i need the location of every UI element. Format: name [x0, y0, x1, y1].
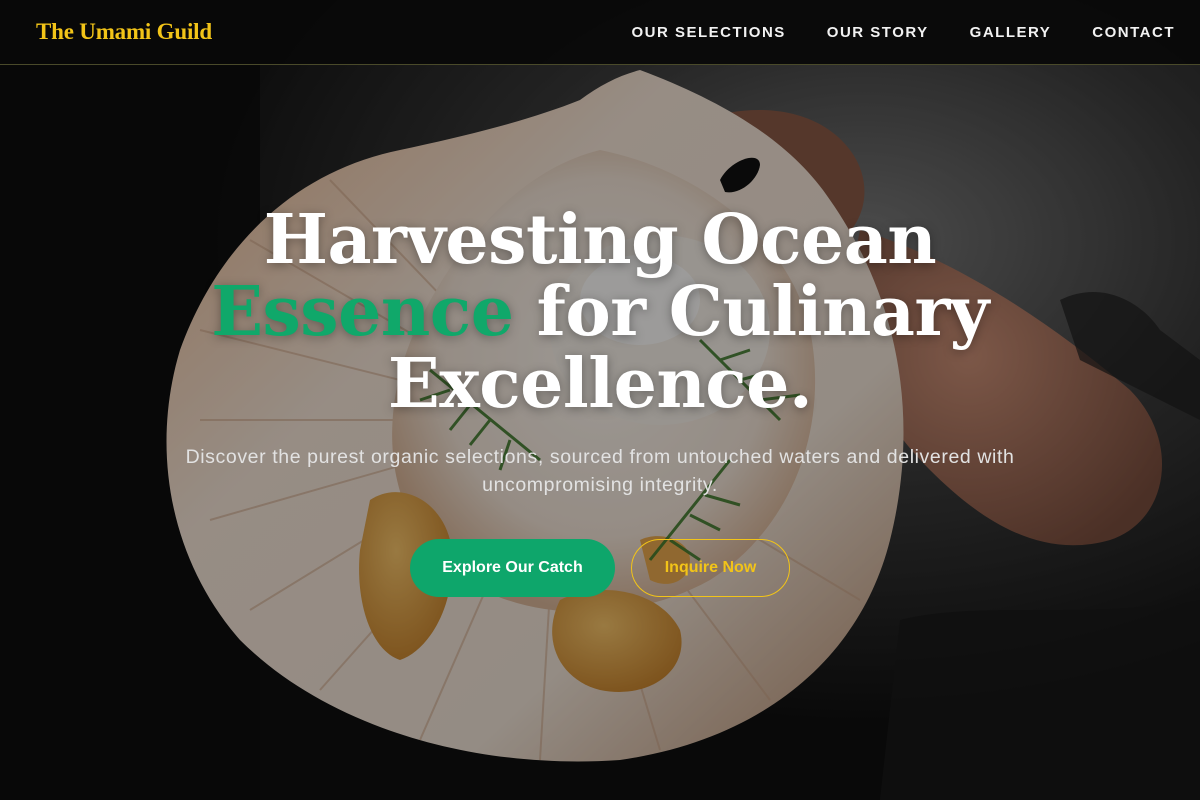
- hero-section: Harvesting Ocean Essence for Culinary Exce…: [0, 0, 1200, 800]
- inquire-now-button[interactable]: Inquire Now: [631, 539, 790, 597]
- nav-item-our-selections[interactable]: OUR SELECTIONS: [631, 24, 785, 41]
- top-navbar: The Umami Guild OUR SELECTIONS OUR STORY…: [0, 0, 1200, 65]
- hero-title-accent: Essence: [211, 272, 514, 352]
- hero-title-line2-rest: for Culinary: [513, 272, 990, 352]
- main-nav: OUR SELECTIONS OUR STORY GALLERY CONTACT: [631, 24, 1175, 41]
- hero-title: Harvesting Ocean Essence for Culinary Exce…: [0, 204, 1200, 420]
- brand-logo[interactable]: The Umami Guild: [36, 19, 212, 45]
- hero-title-line3: Excellence.: [387, 344, 813, 424]
- hero-subtitle: Discover the purest organic selections, …: [185, 446, 1015, 496]
- hero-title-line1: Harvesting Ocean: [263, 200, 937, 280]
- landing-page: The Umami Guild OUR SELECTIONS OUR STORY…: [0, 0, 1200, 800]
- explore-our-catch-button[interactable]: Explore Our Catch: [410, 539, 615, 597]
- nav-item-contact[interactable]: CONTACT: [1092, 24, 1175, 41]
- nav-item-our-story[interactable]: OUR STORY: [827, 24, 929, 41]
- nav-item-gallery[interactable]: GALLERY: [970, 24, 1052, 41]
